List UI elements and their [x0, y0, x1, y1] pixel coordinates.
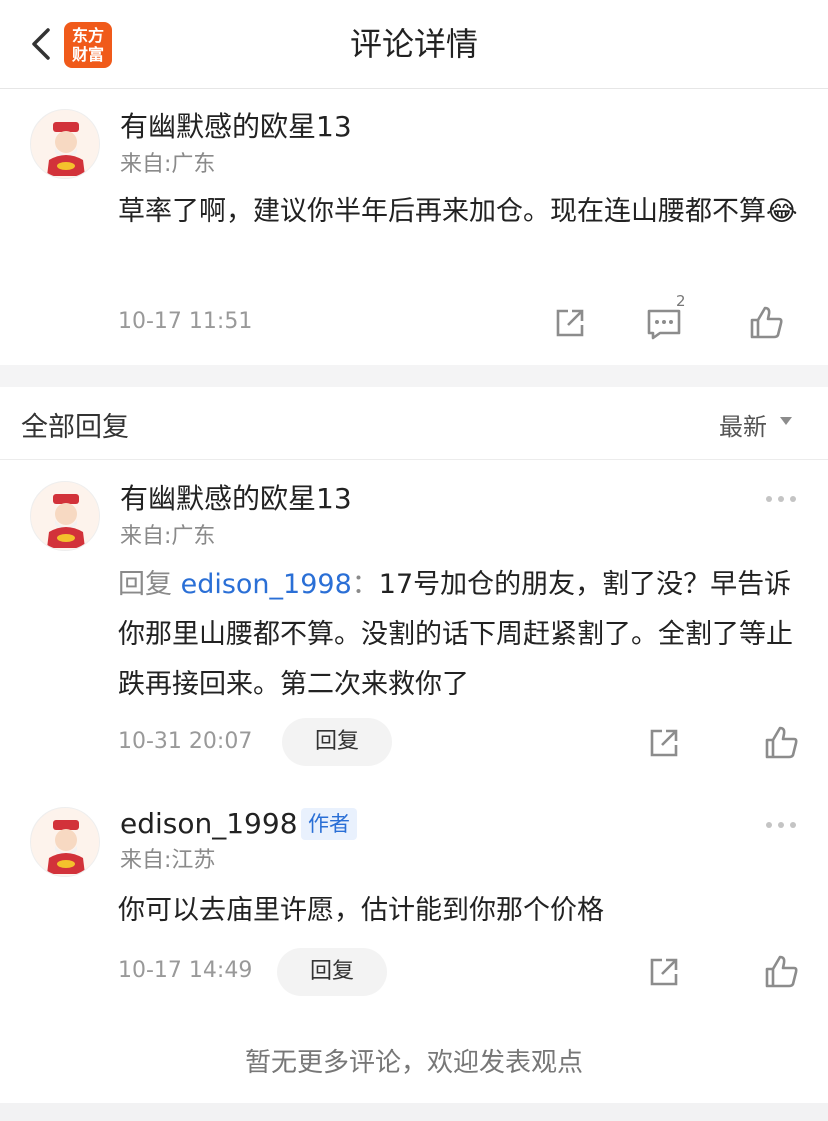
page-title: 评论详情 — [349, 25, 478, 63]
reply-time: 10-31 20:07 — [118, 729, 253, 754]
avatar-image — [31, 110, 99, 178]
comment-time: 10-17 11:51 — [118, 309, 253, 334]
username[interactable]: edison_1998 — [120, 806, 298, 842]
reply-item: 有幽默感的欧星13 来自:广东 回复 edison_1998：17号加仓的朋友，… — [0, 461, 828, 781]
reply-item: edison_1998 作者 来自:江苏 你可以去庙里许愿，估计能到你那个价格 … — [0, 787, 828, 1017]
reply-text: 回复 edison_1998：17号加仓的朋友，割了没？早告诉你那里山腰都不算。… — [118, 560, 798, 710]
like-icon[interactable] — [761, 723, 801, 763]
avatar-image — [31, 808, 99, 876]
main-comment: 有幽默感的欧星13 来自:广东 草率了啊，建议你半年后再来加仓。现在连山腰都不算… — [0, 89, 828, 365]
reply-separator: ： — [351, 569, 379, 600]
author-badge: 作者 — [301, 808, 357, 840]
reply-time: 10-17 14:49 — [118, 958, 253, 983]
mention-link[interactable]: edison_1998 — [181, 569, 352, 600]
location-label: 来自:广东 — [120, 524, 216, 549]
like-icon[interactable] — [746, 303, 786, 343]
sort-dropdown[interactable]: 最新 — [719, 407, 767, 442]
username[interactable]: 有幽默感的欧星13 — [120, 481, 352, 517]
reply-button[interactable]: 回复 — [277, 948, 387, 996]
reply-prefix: 回复 — [118, 569, 172, 600]
like-icon[interactable] — [761, 952, 801, 992]
section-divider — [0, 365, 828, 387]
comment-text: 草率了啊，建议你半年后再来加仓。现在连山腰都不算😂 — [118, 196, 798, 227]
replies-header: 全部回复 最新 — [0, 387, 828, 460]
reply-button[interactable]: 回复 — [282, 718, 392, 766]
avatar[interactable] — [30, 481, 100, 551]
more-options-icon[interactable] — [764, 820, 798, 830]
share-icon[interactable] — [644, 723, 684, 763]
avatar-image — [31, 482, 99, 550]
location-label: 来自:广东 — [120, 152, 216, 177]
no-more-comments-text: 暂无更多评论，欢迎发表观点 — [244, 1048, 583, 1078]
bottom-divider — [0, 1103, 828, 1121]
caret-down-icon[interactable] — [780, 417, 792, 425]
section-title: 全部回复 — [21, 412, 129, 443]
avatar[interactable] — [30, 807, 100, 877]
location-label: 来自:江苏 — [120, 848, 216, 873]
username[interactable]: 有幽默感的欧星13 — [120, 109, 352, 145]
share-icon[interactable] — [550, 303, 590, 343]
share-icon[interactable] — [644, 952, 684, 992]
reply-text: 你可以去庙里许愿，估计能到你那个价格 — [118, 895, 604, 926]
top-bar: 东方 财富 评论详情 — [0, 0, 828, 89]
reply-count-badge: 2 — [676, 292, 686, 310]
avatar[interactable] — [30, 109, 100, 179]
more-options-icon[interactable] — [764, 494, 798, 504]
